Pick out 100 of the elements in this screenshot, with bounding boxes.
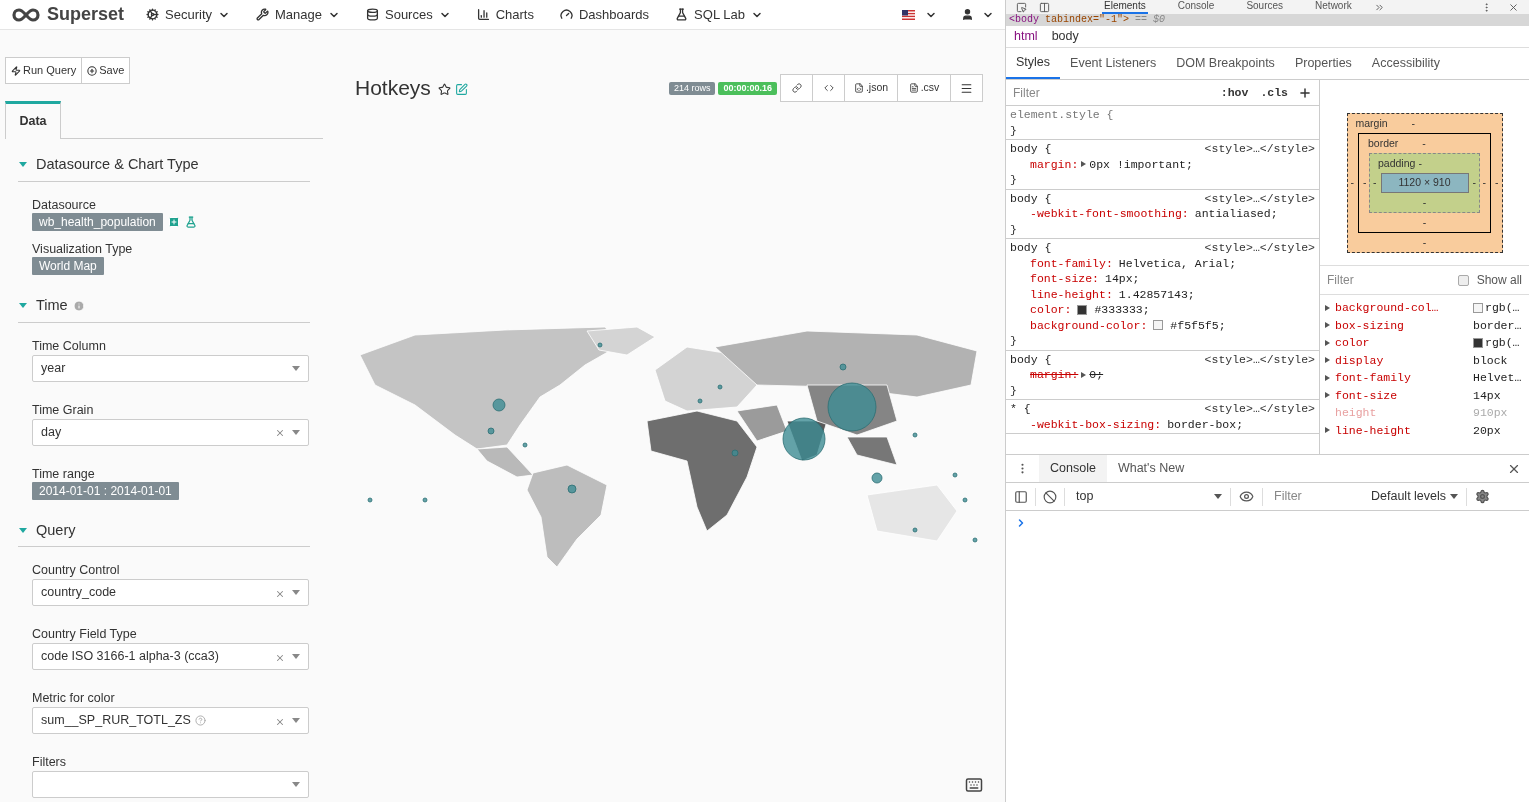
clear-console-icon[interactable] — [1043, 489, 1057, 504]
class-toggle[interactable]: .cls — [1260, 83, 1288, 102]
breadcrumb-item[interactable]: html — [1014, 27, 1038, 46]
css-source-link[interactable]: <style>…</style> — [1204, 141, 1315, 157]
css-source-link[interactable]: <style>…</style> — [1204, 190, 1315, 206]
export-button[interactable]: .csv — [897, 74, 951, 102]
toolbar-button[interactable]: Run Query — [5, 57, 83, 84]
expand-icon[interactable] — [1081, 161, 1087, 168]
css-property[interactable]: line-height: — [1030, 286, 1113, 302]
css-selector[interactable]: element.style { — [1010, 107, 1114, 123]
clear-icon[interactable] — [275, 428, 285, 438]
css-selector[interactable]: body { — [1010, 351, 1052, 367]
expand-icon[interactable] — [1325, 304, 1330, 311]
computed-property[interactable]: line-height — [1335, 421, 1473, 439]
devtools-tab[interactable]: Network — [1313, 0, 1354, 14]
css-value[interactable]: 14px; — [1105, 271, 1140, 287]
new-rule-icon[interactable] — [1298, 85, 1312, 100]
drawer-tab[interactable]: Console — [1039, 455, 1107, 482]
styles-pane-tab[interactable]: Styles — [1006, 48, 1061, 79]
nav-menu-item[interactable]: Dashboards — [560, 4, 650, 25]
styles-pane-tab[interactable]: Properties — [1284, 48, 1362, 79]
expand-icon[interactable] — [1325, 392, 1330, 399]
clear-icon[interactable] — [275, 588, 285, 599]
css-value[interactable]: #333333; — [1094, 302, 1150, 318]
clear-icon[interactable] — [275, 716, 285, 727]
context-select[interactable]: top — [1072, 487, 1222, 506]
section-header[interactable]: Datasource & Chart Type — [18, 154, 310, 182]
nav-menu-item[interactable]: Sources — [366, 4, 451, 25]
css-property[interactable]: -webkit-box-sizing: — [1030, 416, 1162, 432]
flask-icon[interactable] — [184, 215, 197, 228]
css-selector[interactable]: body { — [1010, 240, 1052, 256]
css-value[interactable]: #f5f5f5; — [1170, 317, 1226, 333]
section-header[interactable]: Query — [18, 519, 310, 548]
expand-icon[interactable] — [1325, 339, 1330, 346]
computed-property[interactable]: background-col… — [1335, 299, 1473, 317]
star-icon[interactable] — [437, 83, 451, 96]
devtools-tab[interactable]: Sources — [1244, 0, 1286, 14]
nav-menu-item[interactable]: Security — [146, 4, 230, 25]
user-menu[interactable] — [961, 8, 994, 21]
css-selector[interactable]: body { — [1010, 141, 1052, 157]
nav-menu-item[interactable]: Charts — [476, 4, 534, 25]
css-value[interactable]: 0; — [1089, 367, 1104, 383]
language-menu[interactable] — [902, 8, 937, 21]
expand-icon[interactable] — [1325, 427, 1330, 434]
css-property[interactable]: margin: — [1030, 367, 1079, 383]
sidebar-toggle-icon[interactable] — [1014, 489, 1028, 504]
section-header[interactable]: Time — [18, 294, 310, 323]
css-value[interactable]: Helvetica, Arial; — [1118, 255, 1237, 271]
devtools-tab[interactable]: Console — [1175, 0, 1217, 14]
close-icon[interactable] — [1508, 1, 1519, 13]
menu-button[interactable] — [950, 74, 983, 102]
color-swatch[interactable] — [1077, 304, 1088, 315]
settings-icon[interactable] — [1475, 489, 1491, 504]
color-swatch[interactable] — [1153, 320, 1164, 331]
css-property[interactable]: color: — [1030, 302, 1072, 318]
filter-field[interactable]: Filter — [1271, 487, 1371, 506]
brand-name[interactable]: Superset — [47, 1, 125, 28]
levels-dropdown[interactable]: Default levels — [1371, 487, 1459, 506]
nav-menu-item[interactable]: Manage — [256, 4, 340, 25]
nav-menu-item[interactable]: SQL Lab — [675, 4, 763, 25]
styles-pane-tab[interactable]: Event Listeners — [1060, 48, 1167, 79]
add-icon[interactable] — [167, 215, 180, 228]
filter-field[interactable]: Filter — [1013, 83, 1221, 102]
computed-property[interactable]: box-sizing — [1335, 316, 1473, 334]
keyboard-icon[interactable] — [965, 776, 983, 794]
drawer-tab[interactable]: What's New — [1106, 455, 1196, 482]
expand-icon[interactable] — [1325, 374, 1330, 381]
breadcrumb-item[interactable]: body — [1051, 27, 1079, 46]
show-all-checkbox[interactable] — [1457, 274, 1469, 286]
clear-icon[interactable] — [275, 652, 285, 663]
styles-pane-tab[interactable]: Accessibility — [1361, 48, 1450, 79]
css-property[interactable]: margin: — [1030, 156, 1079, 172]
select-field[interactable]: country_code — [32, 579, 309, 607]
select-field[interactable]: day — [32, 418, 309, 446]
computed-property[interactable]: font-size — [1335, 386, 1473, 404]
css-source-link[interactable]: <style>…</style> — [1204, 351, 1315, 367]
panel-tab[interactable]: Data — [5, 101, 61, 139]
css-value[interactable]: 0px !important; — [1089, 156, 1193, 172]
select-field[interactable]: code ISO 3166-1 alpha-3 (cca3) — [32, 643, 309, 671]
expand-icon[interactable] — [1325, 357, 1330, 364]
css-property[interactable]: background-color: — [1030, 317, 1148, 333]
css-property[interactable]: font-family: — [1030, 255, 1113, 271]
css-source-link[interactable]: <style>…</style> — [1204, 401, 1315, 417]
css-value[interactable]: antialiased; — [1194, 206, 1278, 222]
eye-icon[interactable] — [1239, 489, 1254, 504]
expand-icon[interactable] — [1081, 371, 1087, 378]
css-value[interactable]: 1.42857143; — [1118, 286, 1195, 302]
css-selector[interactable]: body { — [1010, 190, 1052, 206]
css-selector[interactable]: * { — [1010, 401, 1031, 417]
select-field[interactable]: year — [32, 354, 309, 382]
inspect-icon[interactable] — [1016, 1, 1027, 13]
css-source-link[interactable]: <style>…</style> — [1204, 240, 1315, 256]
computed-property[interactable]: display — [1335, 351, 1473, 369]
styles-pane-tab[interactable]: DOM Breakpoints — [1166, 48, 1285, 79]
hover-state-toggle[interactable]: :hov — [1220, 83, 1249, 102]
computed-property[interactable]: font-family — [1335, 369, 1473, 387]
css-property[interactable]: font-size: — [1030, 271, 1099, 287]
filter-field[interactable]: Filter — [1327, 271, 1458, 289]
computed-property[interactable]: color — [1335, 334, 1473, 352]
toolbar-button[interactable]: Save — [81, 57, 131, 84]
